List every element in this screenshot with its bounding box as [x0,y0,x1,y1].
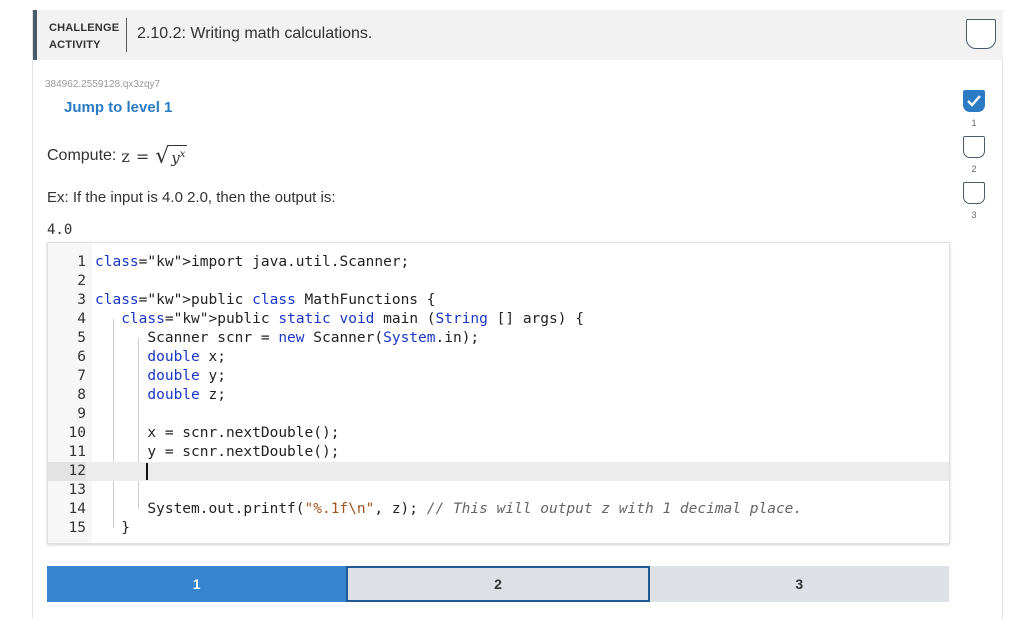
radicand: yx [169,145,188,167]
code-text: class="kw">public class MathFunctions { [95,292,436,308]
code-line[interactable]: 13 [48,481,949,500]
code-line[interactable]: 10 x = scnr.nextDouble(); [48,424,949,443]
line-number: 5 [77,330,86,346]
level-1-checkbox[interactable] [963,90,985,112]
level-2-checkbox[interactable] [963,136,985,158]
text-cursor [146,463,148,480]
code-line[interactable]: 5 Scanner scnr = new Scanner(System.in); [48,329,949,348]
code-text: double y; [147,368,226,384]
code-line[interactable]: 1 class="kw">import java.util.Scanner; [48,253,949,272]
line-number: 11 [68,444,86,460]
code-text: y = scnr.nextDouble(); [95,444,340,460]
code-line[interactable]: 2 [48,272,949,291]
level-3-number: 3 [971,210,977,220]
code-text: double z; [147,387,226,403]
line-number: 8 [77,387,86,403]
line-number: 6 [77,349,86,365]
code-line[interactable]: 7 double y; [48,367,949,386]
level-3-checkbox[interactable] [963,182,985,204]
radical-sign-icon: √ [155,144,170,169]
formula-lhs: z [121,146,130,166]
code-line[interactable]: 8 double z; [48,386,949,405]
formula-equals: = [135,146,150,166]
line-number: 12 [48,462,86,481]
challenge-activity-card: CHALLENGE ACTIVITY 2.10.2: Writing math … [32,10,1003,619]
prompt: Compute: z = √ yx [47,144,188,169]
code-text: double x; [147,349,226,365]
code-line[interactable]: 14 System.out.printf("%.1f\n", z); // Th… [48,500,949,519]
level-tab-1[interactable]: 1 [47,566,347,602]
code-text: System.out.printf("%.1f\n", z); // This … [95,501,803,517]
radicand-exponent: x [179,149,186,160]
level-2-number: 2 [971,164,977,174]
formula: z = √ yx [121,144,188,169]
line-number: 1 [77,254,86,270]
activity-title: 2.10.2: Writing math calculations. [137,25,373,42]
activity-header: CHALLENGE ACTIVITY 2.10.2: Writing math … [33,10,1003,60]
code-line[interactable]: 3 class="kw">public class MathFunctions { [48,291,949,310]
code-editor[interactable]: 1 class="kw">import java.util.Scanner; 2 3 c… [47,242,950,544]
badge-line-2: ACTIVITY [49,39,101,51]
code-text: Scanner scnr = new Scanner(System.in); [95,330,480,346]
line-number: 4 [77,311,86,327]
badge-line-1: CHALLENGE [49,22,120,34]
level-tabs: 1 2 3 [47,566,949,602]
sqrt-symbol: √ yx [155,144,188,169]
code-line[interactable]: 12 [48,462,949,481]
line-number: 14 [68,501,86,517]
header-divider [126,18,127,52]
line-number: 2 [77,273,86,289]
activity-type-badge: CHALLENGE ACTIVITY [49,20,119,54]
level-tab-3[interactable]: 3 [649,566,949,602]
checkmark-icon [967,95,981,107]
line-number: 15 [68,520,86,536]
completion-box-icon [966,19,996,49]
code-line[interactable]: 15 } [48,519,949,538]
code-line[interactable]: 4 class="kw">public static void main (St… [48,310,949,329]
jump-to-level-link[interactable]: Jump to level 1 [64,99,172,116]
activity-code-id: 384962.2559128.qx3zqy7 [45,79,161,90]
code-line[interactable]: 11 y = scnr.nextDouble(); [48,443,949,462]
line-number: 9 [77,406,86,422]
radicand-base: y [171,149,180,167]
line-number: 7 [77,368,86,384]
line-number: 3 [77,292,86,308]
example-text: Ex: If the input is 4.0 2.0, then the ou… [47,189,336,206]
level-tab-2[interactable]: 2 [346,566,650,602]
code-line[interactable]: 9 [48,405,949,424]
code-text: x = scnr.nextDouble(); [95,425,340,441]
level-1-number: 1 [971,118,977,128]
line-number: 10 [68,425,86,441]
code-text: class="kw">public static void main (Stri… [121,311,584,327]
code-text: class="kw">import java.util.Scanner; [95,254,410,270]
example-output: 4.0 [47,222,73,238]
prompt-text: Compute: [47,147,117,164]
code-line[interactable]: 6 double x; [48,348,949,367]
line-number: 13 [68,482,86,498]
code-text: } [95,520,130,536]
